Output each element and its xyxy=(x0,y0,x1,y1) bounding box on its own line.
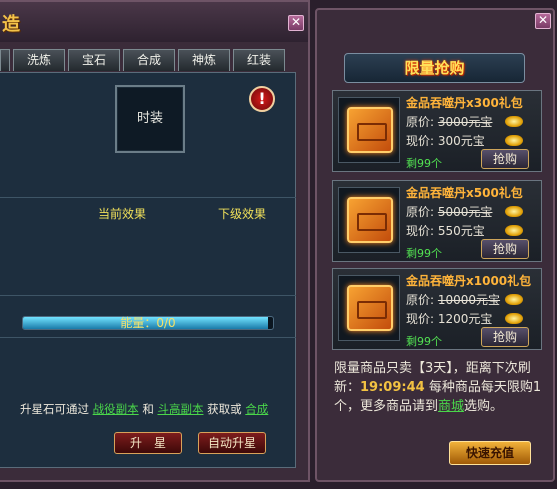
item-name: 金品吞噬丹x300礼包 xyxy=(406,96,523,110)
gold-ingot-icon xyxy=(505,313,523,324)
divider xyxy=(0,337,296,338)
remaining-count: 剩99个 xyxy=(406,157,442,170)
tab-previous[interactable] xyxy=(0,49,10,71)
divider xyxy=(0,295,296,296)
upgrade-star-button[interactable]: 升 星 xyxy=(114,432,182,454)
info-text: 升星石可通过 xyxy=(20,402,89,416)
price-label: 现价: xyxy=(406,312,435,326)
gold-ingot-icon xyxy=(505,206,523,217)
sale-item-card: 金品吞噬丹x500礼包 原价: 5000元宝 现价: 550元宝 剩99个 抢购 xyxy=(332,180,542,262)
price-label: 原价: xyxy=(406,115,435,129)
sale-item-card: 金品吞噬丹x1000礼包 原价: 10000元宝 现价: 1200元宝 剩99个… xyxy=(332,268,542,350)
price-label: 原价: xyxy=(406,205,435,219)
price-value: 1200元宝 xyxy=(437,312,493,326)
gift-box-icon xyxy=(347,285,393,331)
original-price: 原价: 10000元宝 xyxy=(406,291,500,308)
price-value: 300元宝 xyxy=(437,134,485,148)
sale-item-card: 金品吞噬丹x300礼包 原价: 3000元宝 现价: 300元宝 剩99个 抢购 xyxy=(332,90,542,172)
price-label: 现价: xyxy=(406,224,435,238)
info-text: 和 xyxy=(142,402,154,416)
auto-upgrade-button[interactable]: 自动升星 xyxy=(198,432,266,454)
warning-icon[interactable]: ! xyxy=(249,86,275,112)
current-price: 现价: 300元宝 xyxy=(406,132,485,149)
forge-panel: 造 ✕ 洗炼 宝石 合成 神炼 红装 时装 ! 当前效果 下级效果 能量：0/0… xyxy=(0,0,310,482)
item-slot[interactable] xyxy=(338,275,400,341)
remaining-count: 剩99个 xyxy=(406,247,442,260)
current-price: 现价: 1200元宝 xyxy=(406,310,492,327)
buy-button[interactable]: 抢购 xyxy=(481,149,529,169)
forge-title-bar: 造 xyxy=(0,2,308,42)
equipment-slot-fashion[interactable]: 时装 xyxy=(115,85,185,153)
price-label: 现价: xyxy=(406,134,435,148)
divider xyxy=(0,197,296,198)
limited-sale-title: 限量抢购 xyxy=(344,53,525,83)
buy-button[interactable]: 抢购 xyxy=(481,327,529,347)
sale-notice: 限量商品只卖【3天】，距离下次刷新：19:09:44 每种商品每天限购1个，更多… xyxy=(334,359,544,416)
item-name: 金品吞噬丹x500礼包 xyxy=(406,186,523,200)
forge-title: 造 xyxy=(2,14,20,35)
info-text: 获取或 xyxy=(207,402,242,416)
tab-gem[interactable]: 宝石 xyxy=(68,49,120,71)
mall-link[interactable]: 商城 xyxy=(438,399,464,414)
sale-close-button[interactable]: ✕ xyxy=(535,13,551,29)
refresh-countdown: 19:09:44 xyxy=(360,380,425,395)
item-slot[interactable] xyxy=(338,97,400,163)
remaining-count: 剩99个 xyxy=(406,335,442,348)
original-price: 原价: 3000元宝 xyxy=(406,113,492,130)
gold-ingot-icon xyxy=(505,294,523,305)
quick-recharge-button[interactable]: 快速充值 xyxy=(449,441,531,465)
forge-close-button[interactable]: ✕ xyxy=(288,15,304,31)
item-slot[interactable] xyxy=(338,187,400,253)
forge-tabs: 洗炼 宝石 合成 神炼 红装 xyxy=(0,49,300,71)
energy-label: 能量：0/0 xyxy=(120,316,176,330)
gift-box-icon xyxy=(347,197,393,243)
price-value: 5000元宝 xyxy=(437,205,493,219)
gold-ingot-icon xyxy=(505,116,523,127)
item-name: 金品吞噬丹x1000礼包 xyxy=(406,274,532,288)
price-label: 原价: xyxy=(406,293,435,307)
original-price: 原价: 5000元宝 xyxy=(406,203,492,220)
next-effect-label: 下级效果 xyxy=(218,207,267,221)
tab-divine-refine[interactable]: 神炼 xyxy=(178,49,230,71)
price-value: 3000元宝 xyxy=(437,115,493,129)
current-effect-label: 当前效果 xyxy=(98,207,147,221)
current-price: 现价: 550元宝 xyxy=(406,222,485,239)
gold-ingot-icon xyxy=(505,135,523,146)
tab-compose[interactable]: 合成 xyxy=(123,49,175,71)
gift-box-icon xyxy=(347,107,393,153)
price-value: 10000元宝 xyxy=(437,293,501,307)
forge-content: 时装 ! 当前效果 下级效果 能量：0/0 升星石可通过 战役副本 和 斗高副本… xyxy=(0,72,296,468)
tab-red-gear[interactable]: 红装 xyxy=(233,49,285,71)
upgrade-stone-info: 升星石可通过 战役副本 和 斗高副本 获取或 合成 xyxy=(20,401,268,417)
battle-dungeon-link[interactable]: 战役副本 xyxy=(93,402,139,416)
tab-refine[interactable]: 洗炼 xyxy=(13,49,65,71)
notice-text: 选购。 xyxy=(464,399,504,414)
gold-ingot-icon xyxy=(505,225,523,236)
compose-link[interactable]: 合成 xyxy=(245,402,268,416)
buy-button[interactable]: 抢购 xyxy=(481,239,529,259)
price-value: 550元宝 xyxy=(437,224,485,238)
limited-sale-panel: ✕ 限量抢购 金品吞噬丹x300礼包 原价: 3000元宝 现价: 300元宝 … xyxy=(315,8,555,482)
arena-dungeon-link[interactable]: 斗高副本 xyxy=(157,402,203,416)
